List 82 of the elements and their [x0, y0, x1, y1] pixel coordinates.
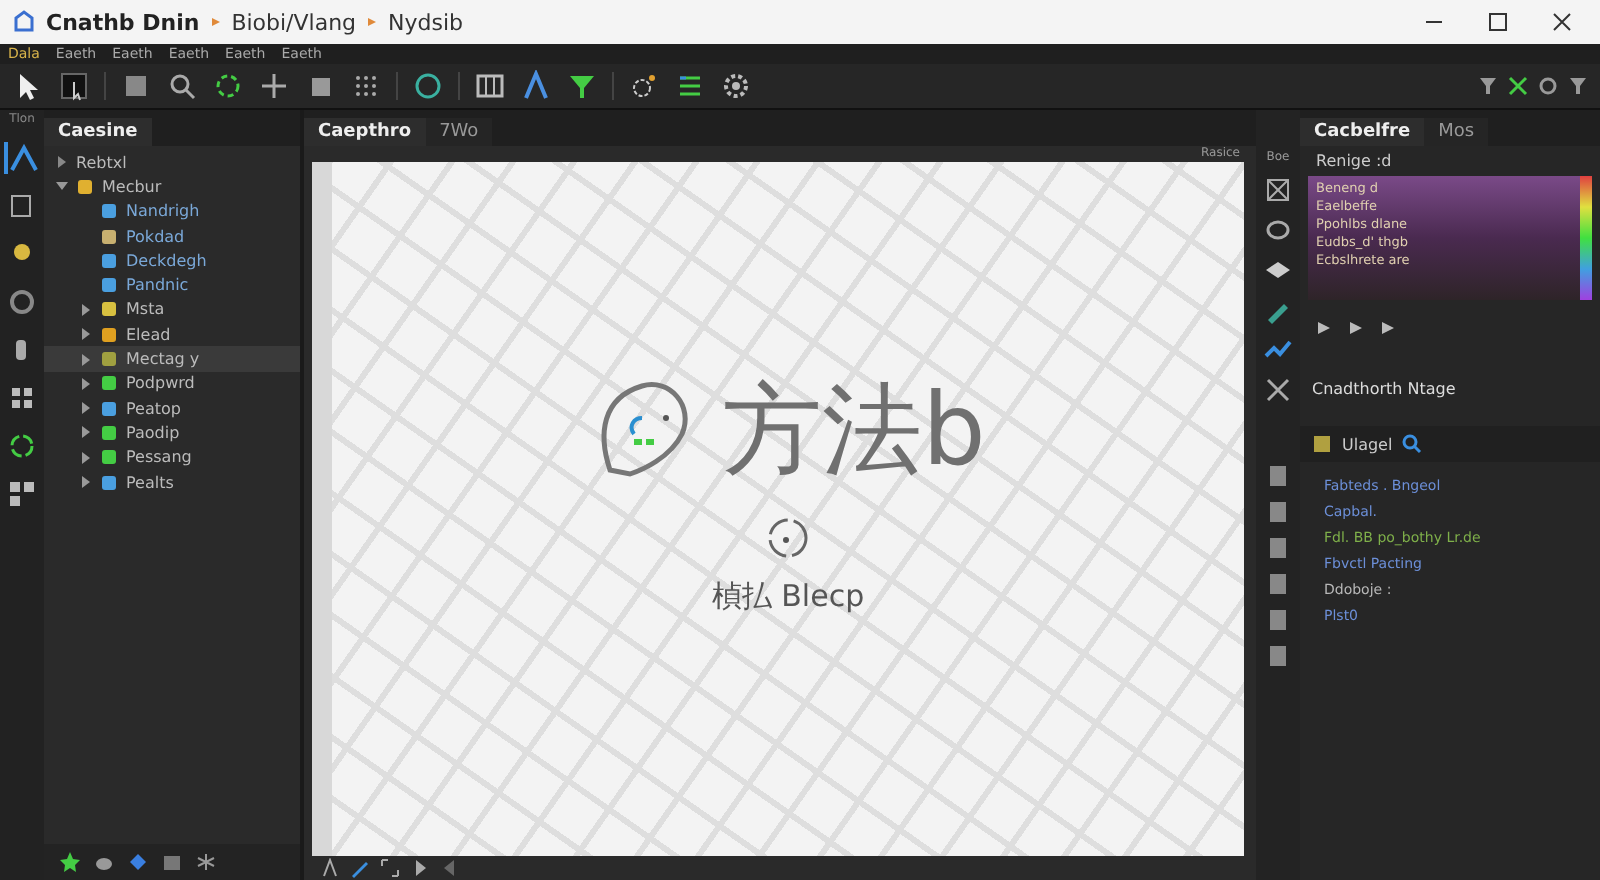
maximize-icon[interactable] — [1488, 12, 1508, 32]
path-label: Biobi/Vlang — [231, 9, 357, 35]
refresh-icon[interactable] — [6, 430, 38, 462]
ellipse-icon[interactable] — [1264, 216, 1292, 244]
tree-item[interactable]: Pandnic — [44, 272, 300, 298]
layer-icon — [1312, 434, 1332, 454]
funnel-icon[interactable] — [1478, 76, 1498, 96]
tree-item[interactable]: Pessang — [44, 445, 300, 470]
star-icon[interactable] — [60, 852, 80, 872]
tree-item[interactable]: Paodip — [44, 420, 300, 446]
tree-item[interactable]: Deckdegh — [44, 248, 300, 273]
tree-item[interactable]: Msta — [44, 297, 300, 323]
cloud-icon[interactable] — [94, 852, 114, 872]
document-tab[interactable]: Caepthro — [304, 118, 426, 146]
gear-icon[interactable] — [1538, 76, 1558, 96]
close-icon[interactable] — [1552, 12, 1572, 32]
disc-icon[interactable] — [6, 286, 38, 318]
qr-icon[interactable] — [6, 478, 38, 510]
tree-item[interactable]: Elead — [44, 322, 300, 347]
panel-tab[interactable]: Caesine — [44, 118, 152, 146]
path-label: Nydsib — [388, 9, 464, 35]
crosshair-icon[interactable] — [258, 70, 290, 102]
expand-arrow-icon — [56, 156, 68, 169]
logo-title: 方法b — [722, 369, 986, 491]
layer-label[interactable]: Ulagel — [1342, 435, 1393, 453]
node-icon — [100, 350, 118, 369]
node-icon — [100, 399, 118, 418]
close-icon[interactable] — [1508, 76, 1528, 96]
collapse-arrow-icon — [56, 180, 68, 193]
gear-icon[interactable] — [720, 70, 752, 102]
asterisk-icon[interactable] — [196, 852, 216, 872]
node-icon[interactable] — [628, 70, 660, 102]
panel-tab[interactable]: Mos — [1424, 118, 1489, 146]
dashed-circle-icon[interactable] — [212, 70, 244, 102]
node-icon — [100, 251, 118, 270]
dot-grid-icon[interactable] — [350, 70, 382, 102]
document-tab[interactable]: 7Wo — [425, 118, 493, 146]
node-icon — [100, 473, 118, 491]
square-icon[interactable] — [120, 70, 152, 102]
doc-icon[interactable] — [1266, 536, 1290, 560]
layers-icon[interactable] — [1264, 256, 1292, 284]
doc-icon[interactable] — [1266, 464, 1290, 488]
app-icon — [12, 10, 36, 34]
frame-icon[interactable] — [474, 70, 506, 102]
tree-label: Rebtxl — [76, 153, 127, 172]
tree-item[interactable]: Pokdad — [44, 223, 300, 249]
doc-icon[interactable] — [1266, 500, 1290, 524]
tree-item[interactable]: Peatop — [44, 395, 300, 421]
caret-icon — [366, 16, 379, 28]
letter-a-icon[interactable] — [520, 70, 552, 102]
node-icon — [100, 202, 118, 221]
node-icon — [100, 448, 118, 467]
node-icon — [100, 374, 118, 393]
tree-item[interactable]: Podpwrd — [44, 371, 300, 396]
cross-icon[interactable] — [1264, 376, 1292, 404]
node-icon — [100, 423, 118, 442]
node-icon — [100, 325, 118, 344]
logo-subtitle: 楨払 Blecp — [711, 577, 865, 615]
caret-icon — [209, 16, 222, 28]
node-icon — [76, 177, 94, 196]
node-icon — [100, 227, 118, 246]
spinner-icon — [764, 513, 812, 561]
tree-item[interactable]: Nandrigh — [44, 199, 300, 224]
tree-item[interactable]: Mecbur — [44, 174, 300, 200]
color-spectrum-bar[interactable] — [1580, 176, 1592, 300]
panel-tab[interactable]: Cacbelfre — [1300, 118, 1425, 146]
tree-item[interactable]: Pealts — [44, 469, 300, 495]
funnel-icon[interactable] — [1568, 76, 1588, 96]
window-title: Cnathb Dnin — [46, 9, 200, 35]
crop-icon[interactable] — [1264, 176, 1292, 204]
diamond-icon[interactable] — [128, 852, 148, 872]
circle-icon[interactable] — [412, 70, 444, 102]
section-title: Cnadthorth Ntage — [1310, 378, 1458, 402]
node-icon — [100, 300, 118, 319]
panel-header: Renige :d — [1314, 150, 1394, 174]
expand-icon[interactable] — [380, 858, 400, 878]
grid-icon[interactable] — [6, 382, 38, 414]
node-icon — [100, 276, 118, 295]
mountain-icon[interactable] — [4, 142, 40, 174]
tree-item[interactable]: Mectag y — [44, 346, 300, 372]
funnel-icon[interactable] — [566, 70, 598, 102]
doc-icon[interactable] — [1266, 644, 1290, 668]
